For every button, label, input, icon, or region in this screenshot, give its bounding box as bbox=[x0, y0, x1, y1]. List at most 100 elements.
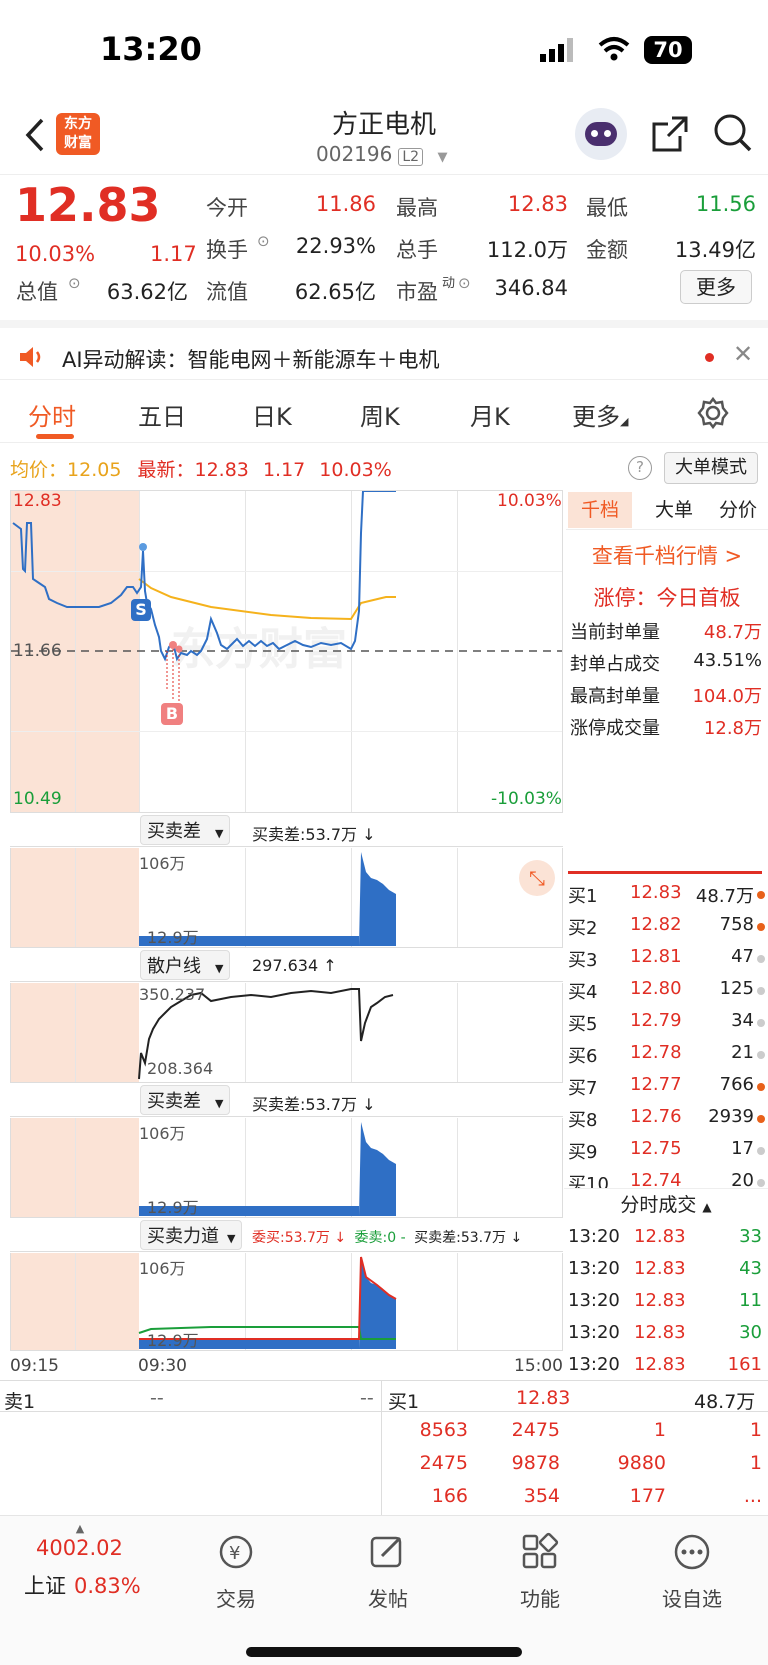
indicator-selector[interactable]: 买卖差 ▼ bbox=[140, 815, 231, 845]
axis-top: 106万 bbox=[139, 1124, 186, 1143]
order-book-row: 买3 12.81 47 bbox=[568, 942, 768, 974]
nav-trade[interactable]: ¥ 交易 bbox=[186, 1532, 286, 1612]
active-tab-indicator bbox=[36, 434, 74, 439]
tab-five-day[interactable]: 五日 bbox=[138, 397, 186, 432]
axis-top: 106万 bbox=[139, 1259, 186, 1278]
sell-marker[interactable]: S bbox=[131, 599, 151, 621]
caret-up-icon: ▲ bbox=[75, 1522, 85, 1535]
gear-icon[interactable] bbox=[696, 396, 730, 430]
order-book-row: 买2 12.82 758 bbox=[568, 910, 768, 942]
order-book-row: 买8 12.76 2939 bbox=[568, 1102, 768, 1134]
status-bar: 13:20 70 bbox=[0, 0, 768, 100]
order-book-row: 买1 12.83 48.7万 bbox=[568, 878, 768, 910]
pe-superscript: 动 bbox=[442, 276, 456, 291]
tab-monthly-k[interactable]: 月K bbox=[470, 397, 510, 432]
view-thousand-link[interactable]: 查看千档行情 > bbox=[566, 540, 768, 570]
info-icon[interactable]: ⊙ bbox=[458, 274, 471, 292]
index-name: 上证 bbox=[24, 1574, 66, 1598]
indicator-selector[interactable]: 买卖差 ▼ bbox=[140, 1085, 231, 1115]
tab-daily-k[interactable]: 日K bbox=[252, 397, 292, 432]
intraday-chart[interactable]: 东方财富 S B 12.83 11.66 10.49 10.03% -10.03… bbox=[10, 490, 563, 813]
help-icon[interactable]: ? bbox=[628, 456, 652, 480]
header-change: 1.17 bbox=[262, 459, 306, 481]
level2-badge: L2 bbox=[398, 148, 424, 166]
expand-icon[interactable]: ⤡ bbox=[519, 860, 555, 896]
sub-chart-1[interactable]: 106万 12.9万 ⤡ bbox=[10, 848, 563, 948]
nav-watch-label: 设自选 bbox=[662, 1587, 722, 1611]
avg-label: 均价： bbox=[10, 459, 68, 481]
ai-robot-avatar[interactable] bbox=[575, 108, 627, 160]
chart-bottom-price: 10.49 bbox=[13, 789, 62, 809]
change-percent: 10.03% bbox=[15, 242, 96, 266]
indicator-selector[interactable]: 散户线 ▼ bbox=[140, 950, 231, 980]
order-book-row: 买4 12.80 125 bbox=[568, 974, 768, 1006]
trade-icon: ¥ bbox=[219, 1535, 253, 1569]
more-button[interactable]: 更多 bbox=[680, 270, 752, 304]
big-order-mode-button[interactable]: 大单模式 bbox=[664, 452, 758, 484]
close-icon[interactable]: ✕ bbox=[733, 340, 753, 368]
ai-banner[interactable]: AI异动解读：智能电网＋新能源车＋电机 ✕ bbox=[0, 320, 768, 380]
sub-chart-2[interactable]: 350.237 208.364 bbox=[10, 983, 563, 1083]
header-pct: 10.03% bbox=[319, 459, 392, 481]
pe-value: 346.84 bbox=[494, 276, 568, 300]
axis-bottom: 12.9万 bbox=[147, 1331, 199, 1350]
chart-base-price: 11.66 bbox=[13, 641, 62, 661]
time-axis-start: 09:15 bbox=[10, 1356, 59, 1376]
search-icon[interactable] bbox=[712, 112, 754, 154]
chart-top-pct: 10.03% bbox=[497, 491, 562, 511]
order-queue: 8563 2475 1 1 2475 9878 9880 1 166 354 177... bbox=[382, 1419, 768, 1518]
high-value: 12.83 bbox=[507, 192, 568, 216]
sub-chart-4[interactable]: 106万 12.9万 bbox=[10, 1253, 563, 1351]
tab-weekly-k[interactable]: 周K bbox=[360, 397, 400, 432]
seal-stats: 当前封单量 48.7万 封单占成交 43.51% 最高封单量 104.0万 涨停成交量… bbox=[570, 618, 762, 746]
info-icon[interactable]: ⊙ bbox=[68, 274, 81, 292]
side-tab-price[interactable]: 分价 bbox=[706, 492, 768, 528]
sub-chart-3[interactable]: 106万 12.9万 bbox=[10, 1118, 563, 1218]
price-lines bbox=[11, 491, 562, 701]
info-icon[interactable]: ⊙ bbox=[257, 232, 270, 250]
sell1-price: -- bbox=[150, 1387, 164, 1409]
signal-icon bbox=[540, 38, 573, 62]
trades-header[interactable]: 分时成交 ▲ bbox=[564, 1188, 768, 1222]
battery-level: 70 bbox=[653, 38, 683, 62]
amount-value: 13.49亿 bbox=[674, 238, 756, 262]
trade-row: 13:20 12.83 161 bbox=[568, 1354, 762, 1375]
nav-function-label: 功能 bbox=[520, 1587, 560, 1611]
side-tab-thousand[interactable]: 千档 bbox=[568, 492, 632, 528]
avg-value: 12.05 bbox=[67, 459, 122, 481]
sub-chart-1-header: 买卖差 ▼ 买卖差:53.7万 ↓ bbox=[10, 813, 563, 847]
index-value[interactable]: 4002.02 bbox=[36, 1536, 123, 1560]
index-ticker[interactable]: 上证 0.83% bbox=[24, 1570, 141, 1600]
unread-dot bbox=[705, 353, 714, 362]
open-value: 11.86 bbox=[315, 192, 376, 216]
status-time: 13:20 bbox=[100, 30, 202, 68]
market-cap-label: 总值 bbox=[16, 280, 58, 304]
tab-more[interactable]: 更多◢ bbox=[572, 397, 628, 432]
side-tab-big-order[interactable]: 大单 bbox=[642, 492, 706, 528]
buy-marker[interactable]: B bbox=[161, 703, 183, 725]
float-cap-value: 62.65亿 bbox=[294, 280, 376, 304]
buy1-price: 12.83 bbox=[516, 1387, 571, 1409]
tab-intraday[interactable]: 分时 bbox=[28, 397, 76, 432]
sell1-label: 卖1 bbox=[4, 1391, 36, 1413]
nav-function[interactable]: 功能 bbox=[490, 1532, 590, 1612]
seal-value: 43.51% bbox=[693, 650, 762, 671]
grid-icon bbox=[522, 1532, 559, 1569]
buy1-label: 买1 bbox=[388, 1391, 420, 1413]
app-header: 东方 财富 方正电机 002196 L2 ▼ bbox=[0, 100, 768, 175]
nav-post[interactable]: 发帖 bbox=[338, 1532, 438, 1612]
queue-row: 8563 2475 1 1 bbox=[419, 1419, 762, 1441]
indicator-selector[interactable]: 买卖力道 ▼ bbox=[140, 1220, 243, 1250]
nav-add-watchlist[interactable]: 设自选 bbox=[642, 1532, 742, 1612]
axis-bottom: 12.9万 bbox=[147, 1198, 199, 1217]
time-axis-close: 15:00 bbox=[514, 1356, 563, 1376]
seal-label: 当前封单量 bbox=[570, 622, 660, 643]
side-tabs: 千档 大单 分价 bbox=[566, 490, 768, 530]
more-dots-icon bbox=[674, 1534, 710, 1570]
level-quote-panel: 卖1 -- -- 买1 12.83 48.7万 8563 2475 1 1 2475 9… bbox=[0, 1380, 768, 1518]
stock-code-row[interactable]: 002196 L2 ▼ bbox=[316, 142, 447, 166]
share-icon[interactable] bbox=[650, 114, 690, 154]
volume-value: 112.0万 bbox=[486, 238, 568, 262]
seal-value: 12.8万 bbox=[703, 718, 762, 739]
low-label: 最低 bbox=[586, 196, 628, 220]
